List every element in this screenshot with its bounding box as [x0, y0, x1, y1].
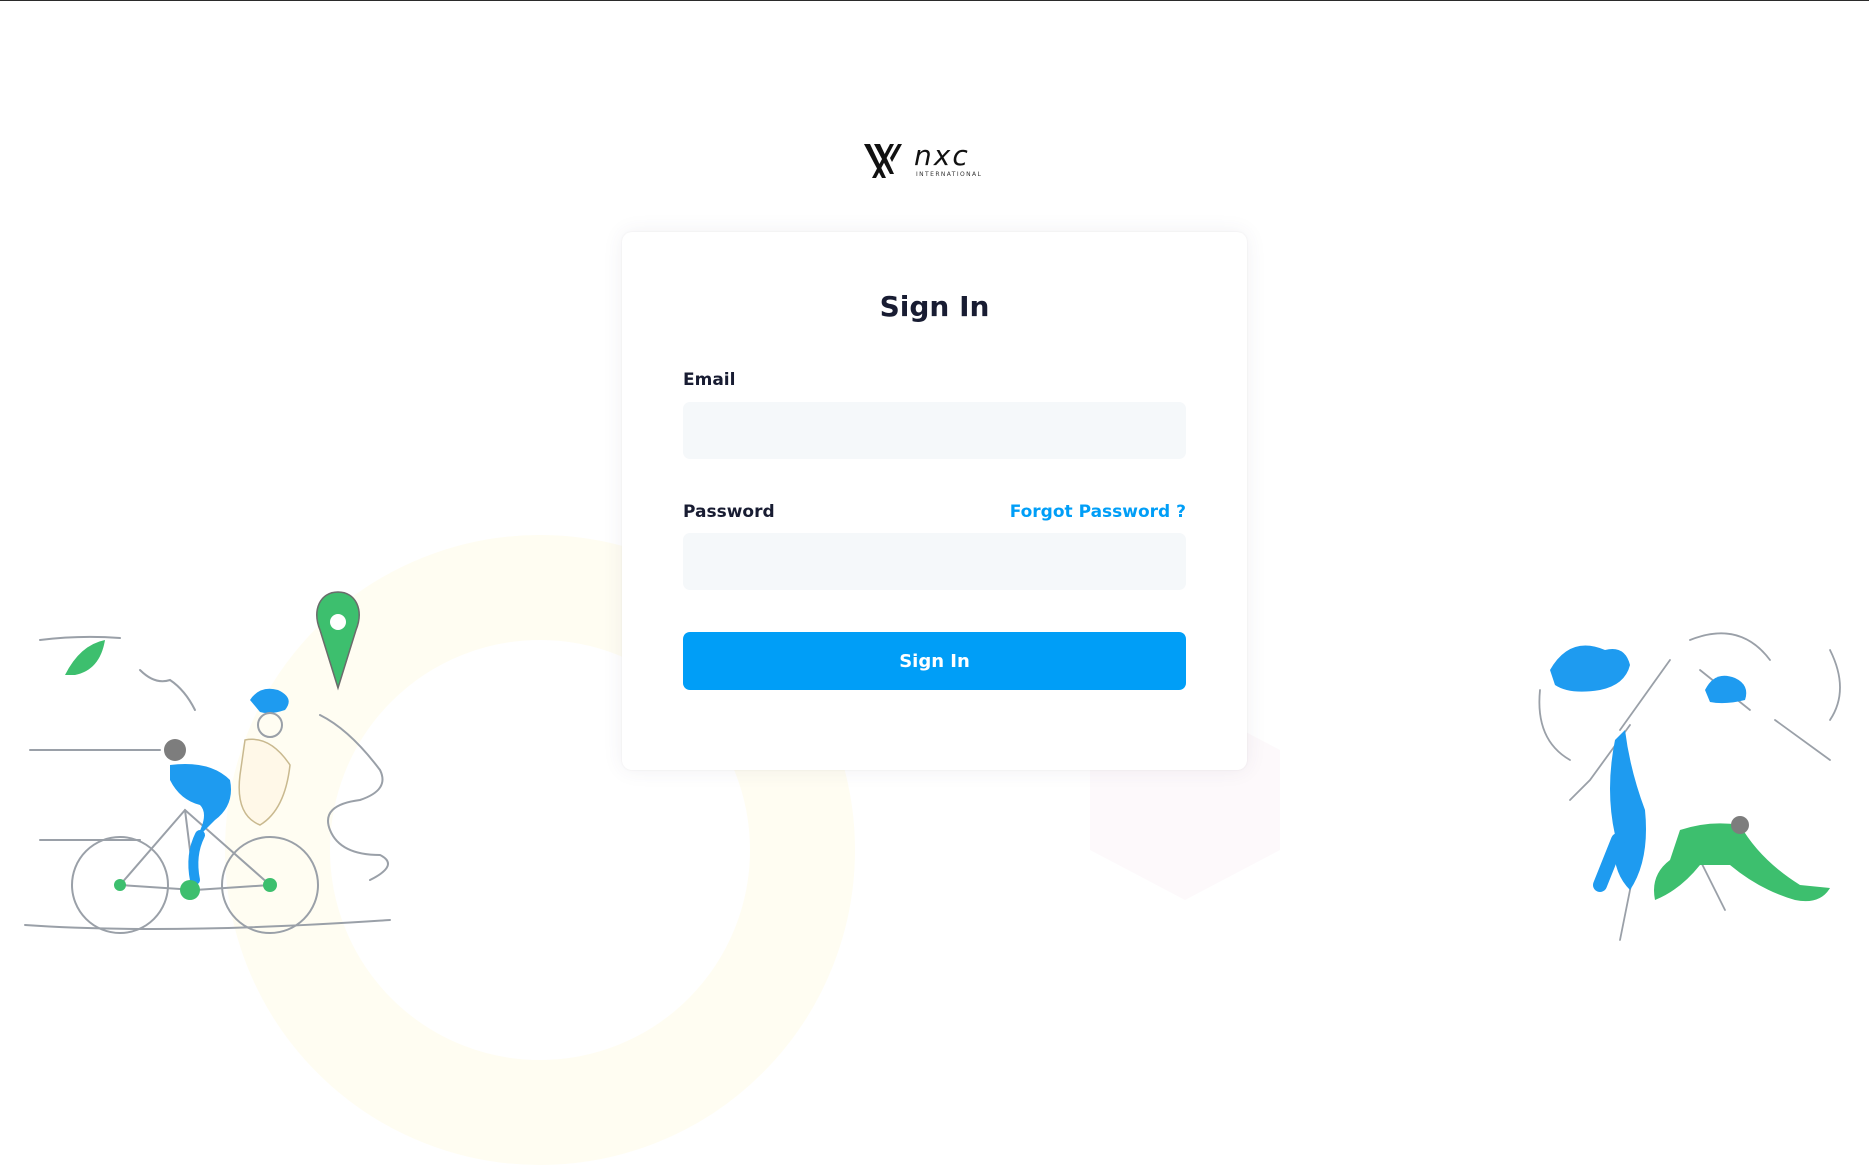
top-border: [0, 0, 1869, 1]
sign-in-button[interactable]: Sign In: [683, 632, 1186, 690]
page-title: Sign In: [879, 290, 990, 323]
brand-subtitle: INTERNATIONAL: [916, 171, 983, 178]
brand-name: nxc: [914, 139, 970, 172]
email-label: Email: [683, 370, 736, 390]
email-field[interactable]: [683, 402, 1186, 459]
sign-in-card: Sign In Email Password Forgot Password ?…: [622, 232, 1247, 770]
cyclist-illustration: [24, 591, 391, 934]
brand-logo: nxc INTERNATIONAL: [860, 140, 1010, 182]
forgot-password-link[interactable]: Forgot Password ?: [1010, 502, 1186, 522]
dancing-people-illustration: [1538, 632, 1841, 941]
password-field[interactable]: [683, 533, 1186, 590]
nxc-logo-icon: [864, 144, 902, 178]
map-pin-icon: [316, 591, 360, 691]
password-label: Password: [683, 502, 775, 522]
brand-wordmark: nxc INTERNATIONAL: [914, 139, 983, 179]
